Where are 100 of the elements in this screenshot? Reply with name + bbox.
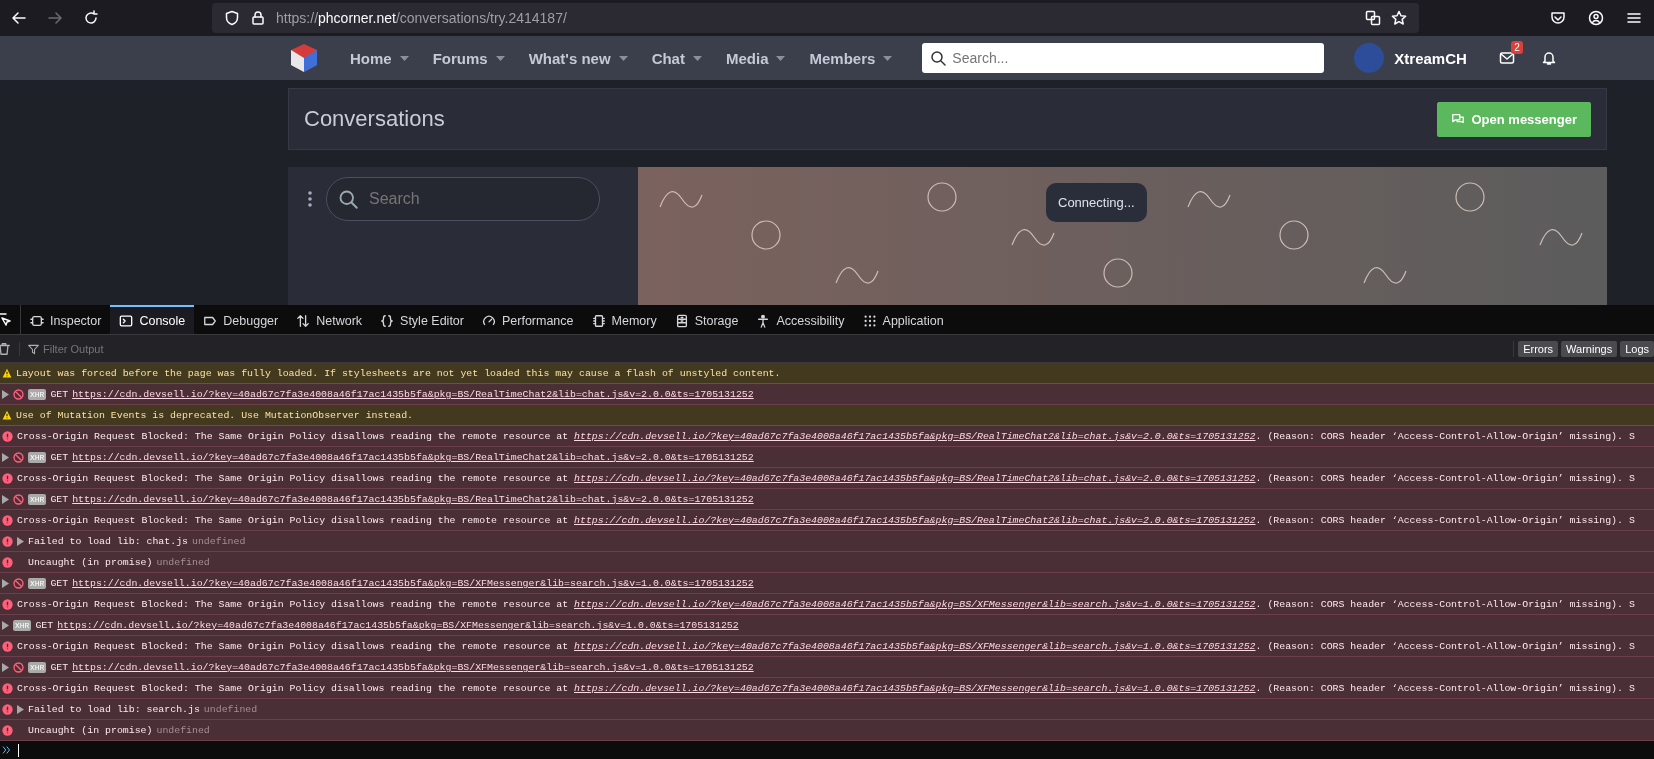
caret-icon[interactable] (399, 55, 409, 61)
resource-link[interactable]: https://cdn.devsell.io/?key=40ad67c7fa3e4008a46f17ac1435b5fa&pkg=BS/RealTimeChat2&lib=chat.js&v=2.0.0&ts=1705131252 (574, 430, 1256, 442)
star-icon[interactable] (1391, 10, 1407, 26)
username[interactable]: XtreamCH (1394, 49, 1467, 67)
caret-icon[interactable] (495, 55, 505, 61)
request-method: GET (50, 493, 69, 505)
xhr-badge: XHR (28, 493, 47, 505)
devtools-tab[interactable]: Storage (665, 305, 748, 334)
devtools-tab[interactable]: Application (853, 305, 953, 334)
resource-link[interactable]: https://cdn.devsell.io/?key=40ad67c7fa3e4008a46f17ac1435b5fa&pkg=BS/RealTimeChat2&lib=chat.js&v=2.0.0&ts=1705131252 (574, 472, 1256, 484)
conversation-search-field[interactable]: Search (326, 177, 600, 221)
arrows-icon (296, 313, 311, 328)
devtools-tab[interactable]: Network (287, 305, 372, 334)
mail-icon[interactable] (1498, 50, 1515, 66)
account-icon[interactable] (1588, 10, 1604, 26)
expand-arrow-icon[interactable] (2, 452, 9, 462)
resource-link[interactable]: https://cdn.devsell.io/?key=40ad67c7fa3e4008a46f17ac1435b5fa&pkg=BS/RealTimeChat2&lib=chat.js&v=2.0.0&ts=1705131252 (574, 514, 1256, 526)
resource-link[interactable]: https://cdn.devsell.io/?key=40ad67c7fa3e4008a46f17ac1435b5fa&pkg=BS/XFMessenger&lib=search.js&v=1.0.0&ts=1705131252 (574, 598, 1256, 610)
devtools-tab[interactable]: Style Editor (371, 305, 473, 334)
address-bar[interactable]: https://phcorner.net/conversations/try.2414187/ (212, 3, 1419, 33)
request-method: GET (50, 661, 69, 673)
caret-icon[interactable] (776, 55, 786, 61)
message-text: Failed to load lib: chat.js (28, 535, 188, 547)
prompt-chevron-icon (2, 745, 12, 755)
request-method: GET (50, 451, 69, 463)
filter-icon (28, 343, 39, 355)
caret-icon[interactable] (618, 55, 628, 61)
lock-icon (250, 10, 266, 26)
cabinet-icon (674, 313, 689, 328)
request-link[interactable]: https://cdn.devsell.io/?key=40ad67c7fa3e4008a46f17ac1435b5fa&pkg=BS/RealTimeChat2&lib=chat.js&v=2.0.0&ts=1705131252 (72, 451, 754, 463)
caret-icon[interactable] (883, 55, 893, 61)
message-text: Uncaught (in promise) (28, 556, 153, 568)
request-link[interactable]: https://cdn.devsell.io/?key=40ad67c7fa3e4008a46f17ac1435b5fa&pkg=BS/RealTimeChat2&lib=chat.js&v=2.0.0&ts=1705131252 (72, 493, 754, 505)
count-badge: 2 (1511, 41, 1523, 54)
message-text: Failed to load lib: search.js (28, 703, 200, 715)
xhr-badge: XHR (13, 619, 32, 631)
message-text: Cross-Origin Request Blocked: The Same Origin Policy disallows reading the remote resource at https://cdn.devsell.io/?key=40ad67c7fa3e4008a46f17ac1435b5fa&pkg=BS/XFMessenger&lib=search.js&v=1.0.0&ts=1705131252. (Reason: CORS header ‘Access-Control-Allow-Origin’ missing). S (17, 640, 1635, 652)
message-detail: undefined (192, 535, 246, 547)
message-text: Cross-Origin Request Blocked: The Same Origin Policy disallows reading the remote resource at https://cdn.devsell.io/?key=40ad67c7fa3e4008a46f17ac1435b5fa&pkg=BS/XFMessenger&lib=search.js&v=1.0.0&ts=1705131252. (Reason: CORS header ‘Access-Control-Allow-Origin’ missing). S (17, 682, 1635, 694)
terminal-icon (119, 313, 134, 328)
bell-icon[interactable] (1540, 50, 1557, 66)
xhr-badge: XHR (28, 451, 47, 463)
message-text: Cross-Origin Request Blocked: The Same Origin Policy disallows reading the remote resource at https://cdn.devsell.io/?key=40ad67c7fa3e4008a46f17ac1435b5fa&pkg=BS/RealTimeChat2&lib=chat.js&v=2.0.0&ts=1705131252. (Reason: CORS header ‘Access-Control-Allow-Origin’ missing). S (17, 514, 1635, 526)
request-method: GET (50, 388, 69, 400)
back-arrow-icon[interactable] (11, 10, 27, 26)
nav-item[interactable]: Home (350, 49, 409, 67)
message-text: Cross-Origin Request Blocked: The Same Origin Policy disallows reading the remote resource at https://cdn.devsell.io/?key=40ad67c7fa3e4008a46f17ac1435b5fa&pkg=BS/XFMessenger&lib=search.js&v=1.0.0&ts=1705131252. (Reason: CORS header ‘Access-Control-Allow-Origin’ missing). S (17, 598, 1635, 610)
search-field[interactable]: Search... (922, 43, 1325, 73)
message-text: Layout was forced before the page was fully loaded. If stylesheets are not yet loaded this may cause a flash of unstyled content. (16, 367, 781, 379)
filter-field[interactable]: Filter Output (28, 338, 328, 359)
filter-toggle[interactable]: Errors (1518, 340, 1559, 357)
devtools-tab[interactable]: Accessibility (747, 305, 854, 334)
expand-arrow-icon[interactable] (2, 494, 9, 504)
nav-item[interactable]: Chat (651, 49, 702, 67)
nav-item[interactable]: What's new (528, 49, 628, 67)
nav-item[interactable]: Members (809, 49, 893, 67)
url-text: https://phcorner.net/conversations/try.2414187/ (276, 10, 567, 26)
kebab-menu-icon[interactable] (308, 191, 312, 207)
devtools-tab[interactable]: Console (110, 305, 195, 334)
person-icon (756, 313, 771, 328)
filter-toggle[interactable]: Warnings (1561, 340, 1618, 357)
braces-icon (380, 313, 395, 328)
pocket-icon[interactable] (1550, 10, 1566, 26)
nav-item[interactable]: Media (725, 49, 786, 67)
message-detail: undefined (203, 703, 258, 715)
logo-icon[interactable] (288, 42, 320, 74)
xhr-badge: XHR (28, 661, 47, 673)
devtools-tab[interactable]: Performance (472, 305, 583, 334)
filter-toggle[interactable]: Logs (1620, 340, 1654, 357)
expand-arrow-icon[interactable] (2, 578, 9, 588)
picker-icon[interactable] (0, 311, 12, 328)
status-pill: Connecting... (1046, 183, 1147, 222)
grid-icon (862, 313, 877, 328)
shield-icon (224, 10, 240, 26)
resource-link[interactable]: https://cdn.devsell.io/?key=40ad67c7fa3e4008a46f17ac1435b5fa&pkg=BS/XFMessenger&lib=search.js&v=1.0.0&ts=1705131252 (574, 640, 1256, 652)
expand-arrow-icon[interactable] (2, 620, 9, 630)
xhr-badge: XHR (28, 577, 47, 589)
request-link[interactable]: https://cdn.devsell.io/?key=40ad67c7fa3e4008a46f17ac1435b5fa&pkg=BS/RealTimeChat2&lib=chat.js&v=2.0.0&ts=1705131252 (72, 388, 754, 400)
resource-link[interactable]: https://cdn.devsell.io/?key=40ad67c7fa3e4008a46f17ac1435b5fa&pkg=BS/XFMessenger&lib=search.js&v=1.0.0&ts=1705131252 (574, 682, 1256, 694)
request-link[interactable]: https://cdn.devsell.io/?key=40ad67c7fa3e4008a46f17ac1435b5fa&pkg=BS/XFMessenger&lib=search.js&v=1.0.0&ts=1705131252 (72, 661, 754, 673)
expand-arrow-icon[interactable] (2, 389, 9, 399)
devtools-tab[interactable]: Inspector (21, 305, 111, 334)
trash-icon[interactable] (0, 341, 11, 356)
request-link[interactable]: https://cdn.devsell.io/?key=40ad67c7fa3e4008a46f17ac1435b5fa&pkg=BS/XFMessenger&lib=search.js&v=1.0.0&ts=1705131252 (72, 577, 754, 589)
expand-arrow-icon[interactable] (17, 704, 24, 714)
expand-arrow-icon[interactable] (2, 662, 9, 672)
request-link[interactable]: https://cdn.devsell.io/?key=40ad67c7fa3e4008a46f17ac1435b5fa&pkg=BS/XFMessenger&lib=search.js&v=1.0.0&ts=1705131252 (57, 619, 739, 631)
menu-icon[interactable] (1626, 10, 1642, 26)
caret-icon[interactable] (692, 55, 702, 61)
chip-icon (591, 313, 606, 328)
request-method: GET (50, 577, 69, 589)
nav-item[interactable]: Forums (432, 49, 505, 67)
chat-bubbles-icon (1450, 112, 1465, 126)
devtools-tab[interactable]: Memory (582, 305, 666, 334)
reload-icon[interactable] (83, 10, 99, 26)
message-text: Cross-Origin Request Blocked: The Same Origin Policy disallows reading the remote resource at https://cdn.devsell.io/?key=40ad67c7fa3e4008a46f17ac1435b5fa&pkg=BS/RealTimeChat2&lib=chat.js&v=2.0.0&ts=1705131252. (Reason: CORS header ‘Access-Control-Allow-Origin’ missing). S (17, 472, 1635, 484)
translate-icon[interactable] (1365, 10, 1381, 26)
message-detail: undefined (156, 556, 210, 568)
expand-arrow-icon[interactable] (17, 536, 24, 546)
devtools-tab[interactable]: Debugger (194, 305, 288, 334)
